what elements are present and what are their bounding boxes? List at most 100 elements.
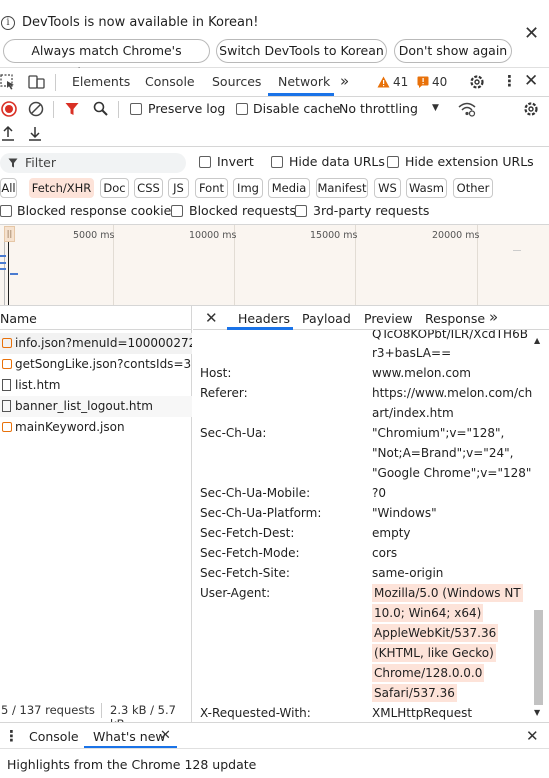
- drawer-tab-console[interactable]: Console: [29, 729, 79, 744]
- third-party-checkbox[interactable]: [295, 205, 307, 217]
- chip-wasm[interactable]: Wasm: [406, 178, 447, 198]
- filter-funnel-icon[interactable]: [65, 102, 79, 116]
- preserve-log-checkbox[interactable]: [130, 103, 142, 115]
- chip-css[interactable]: CSS: [134, 178, 163, 198]
- request-name: getSongLike.json?contsIds=3...: [15, 357, 192, 371]
- tab-console[interactable]: Console: [145, 74, 195, 89]
- request-name: mainKeyword.json: [15, 420, 125, 434]
- tab-network[interactable]: Network: [278, 74, 330, 89]
- headers-scrollbar[interactable]: ▲ ▼: [532, 334, 543, 722]
- request-row[interactable]: mainKeyword.json: [0, 417, 192, 438]
- filter-input[interactable]: Filter: [0, 153, 186, 173]
- scroll-down-arrow-icon[interactable]: ▼: [534, 708, 540, 717]
- name-column-header[interactable]: Name: [0, 311, 37, 326]
- request-row[interactable]: list.htm: [0, 375, 192, 396]
- match-language-button[interactable]: Always match Chrome's language: [3, 39, 210, 80]
- chip-other[interactable]: Other: [453, 178, 493, 198]
- network-overview-timeline[interactable]: 5000 ms 10000 ms 15000 ms 20000 ms ||: [0, 224, 549, 306]
- header-value-highlighted: Mozilla/5.0 (Windows NT: [372, 584, 523, 602]
- tab-headers[interactable]: Headers: [238, 311, 290, 326]
- tab-preview[interactable]: Preview: [364, 311, 413, 326]
- blocked-cookies-checkbox[interactable]: [0, 205, 12, 217]
- blocked-requests-checkbox[interactable]: [171, 205, 183, 217]
- warnings-count[interactable]: 41: [393, 75, 408, 89]
- hide-data-urls-label: Hide data URLs: [289, 154, 385, 169]
- header-value-cut: r3+basLA==: [372, 346, 452, 360]
- header-value-highlighted: Safari/537.36: [372, 684, 457, 702]
- chip-ws[interactable]: WS: [374, 178, 401, 198]
- request-row[interactable]: info.json?menuId=1000002721: [0, 333, 192, 354]
- request-count: 5 / 137 requests: [1, 703, 95, 717]
- scroll-up-arrow-icon[interactable]: ▲: [534, 336, 540, 345]
- infobar-close-icon[interactable]: ✕: [524, 25, 539, 43]
- document-icon: [2, 400, 11, 412]
- infobar-message: DevTools is now available in Korean!: [22, 15, 259, 30]
- drawer-menu-icon[interactable]: ⋮: [4, 727, 19, 745]
- issues-count[interactable]: 40: [432, 75, 447, 89]
- more-options-icon[interactable]: ⋮: [502, 72, 517, 90]
- inspect-element-icon[interactable]: [0, 74, 16, 90]
- timeline-bar: [0, 268, 6, 270]
- search-icon[interactable]: [93, 101, 108, 116]
- chip-js[interactable]: JS: [168, 178, 189, 198]
- disable-cache-checkbox[interactable]: [236, 103, 248, 115]
- dont-show-again-button[interactable]: Don't show again: [394, 39, 512, 63]
- invert-label: Invert: [217, 154, 254, 169]
- warning-icon[interactable]: [377, 76, 390, 88]
- settings-gear-icon[interactable]: [469, 74, 485, 90]
- chip-manifest[interactable]: Manifest: [316, 178, 368, 198]
- chip-img[interactable]: Img: [233, 178, 263, 198]
- chip-all[interactable]: All: [0, 178, 17, 198]
- network-conditions-icon[interactable]: [458, 101, 476, 117]
- xhr-icon: [2, 422, 12, 432]
- switch-korean-button[interactable]: Switch DevTools to Korean: [216, 39, 387, 63]
- chip-fetch-xhr[interactable]: Fetch/XHR: [29, 178, 94, 198]
- request-list-header: Name: [0, 306, 192, 330]
- chip-media[interactable]: Media: [268, 178, 310, 198]
- hide-extension-urls-label: Hide extension URLs: [405, 154, 534, 169]
- issues-icon[interactable]: [417, 76, 429, 88]
- tab-sources[interactable]: Sources: [212, 74, 261, 89]
- language-infobar: i DevTools is now available in Korean! ✕…: [0, 0, 549, 80]
- timeline-bar: [513, 250, 521, 251]
- close-devtools-icon[interactable]: ✕: [524, 71, 538, 91]
- close-whats-new-icon[interactable]: ✕: [160, 728, 171, 743]
- record-stop-icon[interactable]: [1, 101, 17, 117]
- close-drawer-icon[interactable]: ✕: [526, 727, 539, 745]
- export-har-icon[interactable]: [28, 125, 42, 141]
- invert-checkbox[interactable]: [199, 156, 211, 168]
- header-key: Host:: [200, 366, 232, 380]
- hide-data-urls-checkbox[interactable]: [271, 156, 283, 168]
- more-tabs-icon[interactable]: »: [340, 72, 349, 90]
- header-value: www.melon.com: [372, 366, 471, 380]
- throttling-select[interactable]: No throttling: [339, 101, 418, 116]
- header-value: https://www.melon.com/ch: [372, 386, 533, 400]
- toolbar-divider: [55, 74, 56, 91]
- chip-font[interactable]: Font: [195, 178, 228, 198]
- timeline-bar: [10, 273, 18, 275]
- chevron-down-icon[interactable]: ▼: [432, 103, 439, 113]
- disable-cache-label: Disable cache: [253, 101, 341, 116]
- scrollbar-thumb[interactable]: [534, 610, 543, 705]
- import-har-icon[interactable]: [1, 125, 15, 141]
- request-row[interactable]: getSongLike.json?contsIds=3...: [0, 354, 192, 375]
- drawer-tab-whats-new[interactable]: What's new: [93, 729, 166, 744]
- tab-elements[interactable]: Elements: [72, 74, 130, 89]
- chip-doc[interactable]: Doc: [100, 178, 129, 198]
- device-toolbar-icon[interactable]: [28, 74, 46, 90]
- header-key: Sec-Fetch-Dest:: [200, 526, 295, 540]
- header-value: cors: [372, 546, 398, 560]
- more-detail-tabs-icon[interactable]: »: [489, 308, 498, 326]
- clear-icon[interactable]: [28, 101, 44, 117]
- hide-extension-urls-checkbox[interactable]: [387, 156, 399, 168]
- close-details-icon[interactable]: ✕: [205, 309, 218, 327]
- request-list: Name info.json?menuId=1000002721 getSong…: [0, 306, 192, 722]
- timeline-handle[interactable]: ||: [4, 226, 15, 242]
- request-name: info.json?menuId=1000002721: [15, 336, 192, 350]
- header-value: same-origin: [372, 566, 444, 580]
- tab-response[interactable]: Response: [425, 311, 485, 326]
- details-tab-bar: ✕ Headers Payload Preview Response »: [193, 306, 549, 330]
- tab-payload[interactable]: Payload: [302, 311, 351, 326]
- network-settings-gear-icon[interactable]: [523, 101, 539, 117]
- request-row[interactable]: banner_list_logout.htm: [0, 396, 192, 417]
